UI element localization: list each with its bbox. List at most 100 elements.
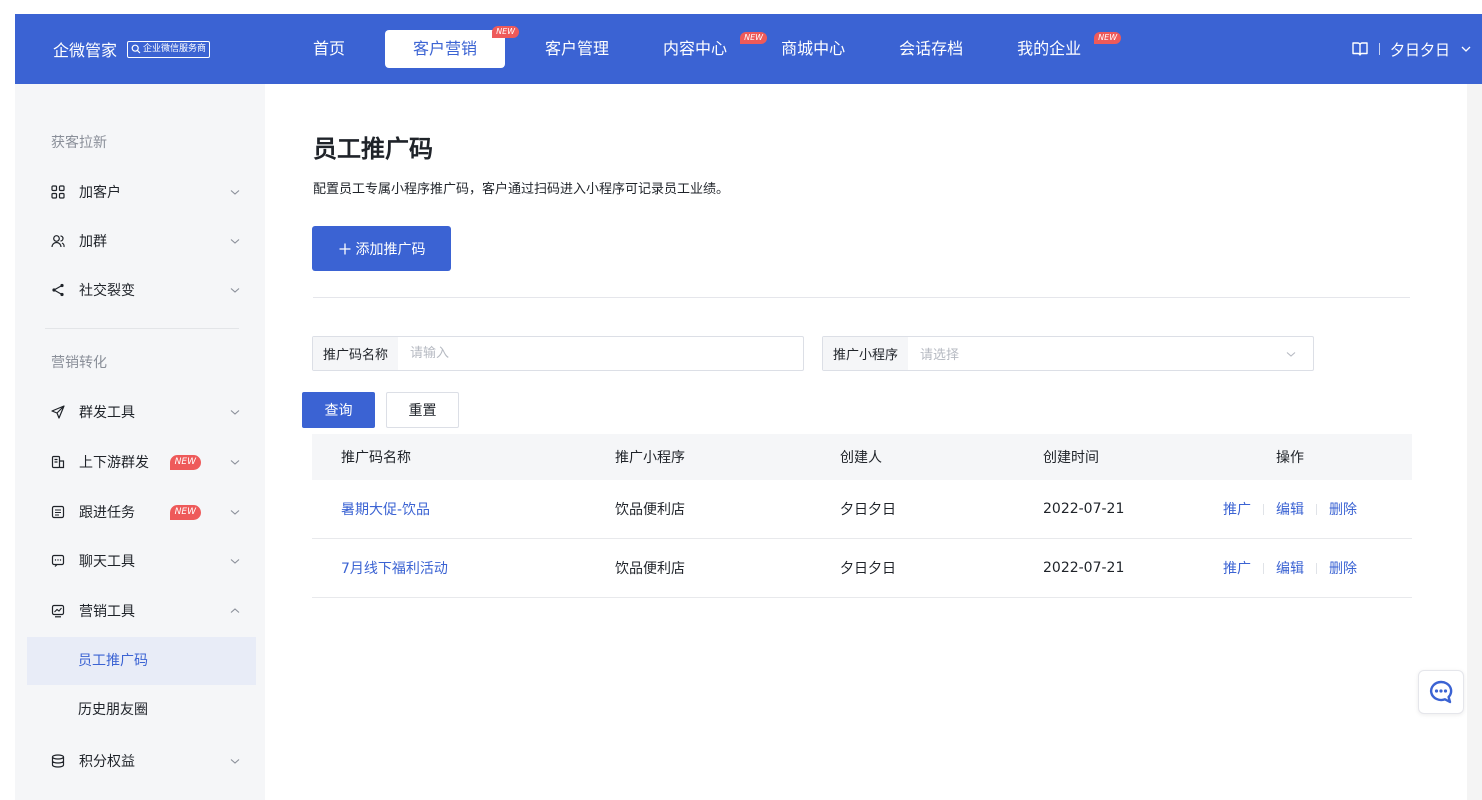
table-row: 7月线下福利活动 饮品便利店 夕日夕日 2022-07-21 推广 编辑 删除 bbox=[312, 539, 1412, 598]
chevron-down-icon bbox=[230, 559, 240, 564]
user-name[interactable]: 夕日夕日 bbox=[1390, 39, 1450, 60]
page-title: 员工推广码 bbox=[313, 135, 433, 163]
trend-icon bbox=[51, 604, 65, 618]
creator-cell: 夕日夕日 bbox=[840, 502, 896, 518]
sidebar-subitem-moments-history[interactable]: 历史朋友圈 bbox=[27, 686, 256, 734]
promo-name-field: 推广码名称 bbox=[312, 336, 804, 371]
building-icon bbox=[51, 455, 65, 469]
sidebar: 获客拉新 加客户 加群 社交裂变 营销转化 群发工具 上下游群发 NEW 跟进任… bbox=[15, 84, 265, 800]
new-badge: NEW bbox=[740, 32, 768, 44]
scrollbar[interactable] bbox=[1467, 84, 1482, 800]
nav-item-mall-center[interactable]: 商城中心 bbox=[767, 30, 859, 68]
promo-name-link[interactable]: 暑期大促-饮品 bbox=[341, 480, 430, 538]
sidebar-group-title-acquire: 获客拉新 bbox=[51, 135, 107, 151]
sidebar-item-label: 群发工具 bbox=[79, 405, 135, 421]
nav-item-chat-archive[interactable]: 会话存档 bbox=[885, 30, 977, 68]
sidebar-item-add-customer[interactable]: 加客户 bbox=[51, 180, 241, 204]
plus-icon bbox=[339, 243, 350, 254]
page-description: 配置员工专属小程序推广码，客户通过扫码进入小程序可记录员工业绩。 bbox=[313, 182, 730, 197]
nav-label: 首页 bbox=[313, 39, 346, 58]
chevron-down-icon bbox=[230, 190, 240, 195]
chevron-down-icon bbox=[230, 239, 240, 244]
sidebar-item-label: 社交裂变 bbox=[79, 283, 135, 299]
customer-service-button[interactable] bbox=[1418, 670, 1464, 714]
sidebar-item-social-fission[interactable]: 社交裂变 bbox=[51, 278, 241, 302]
sidebar-item-label: 跟进任务 bbox=[79, 505, 135, 521]
chevron-down-icon bbox=[230, 288, 240, 293]
promo-code-table: 推广码名称 推广小程序 创建人 创建时间 操作 暑期大促-饮品 饮品便利店 夕日… bbox=[312, 434, 1412, 598]
nav-label: 内容中心 bbox=[663, 39, 728, 58]
book-icon[interactable] bbox=[1351, 41, 1369, 57]
new-badge: NEW bbox=[169, 504, 201, 520]
nav-item-customer-management[interactable]: 客户管理 bbox=[531, 30, 623, 68]
divider bbox=[1263, 562, 1264, 574]
list-icon bbox=[51, 505, 65, 519]
nav-label: 客户管理 bbox=[545, 39, 610, 58]
new-badge: NEW bbox=[1094, 32, 1122, 44]
new-badge: NEW bbox=[169, 454, 201, 470]
sidebar-item-chat-tools[interactable]: 聊天工具 bbox=[51, 549, 241, 573]
divider bbox=[1316, 503, 1317, 515]
sidebar-item-label: 积分权益 bbox=[79, 754, 135, 770]
top-nav-bar: 企微管家 企业微信服务商 首页 客户营销 NEW 客户管理 内容中心 NEW 商… bbox=[15, 14, 1482, 84]
column-header-creator: 创建人 bbox=[840, 450, 882, 466]
nav-item-content-center[interactable]: 内容中心 NEW bbox=[649, 30, 768, 68]
sidebar-item-label: 上下游群发 bbox=[79, 455, 149, 471]
brand[interactable]: 企微管家 企业微信服务商 bbox=[53, 14, 211, 84]
promo-name-input[interactable] bbox=[398, 337, 803, 370]
sidebar-item-marketing-tools[interactable]: 营销工具 bbox=[51, 599, 241, 623]
new-badge: NEW bbox=[492, 26, 520, 38]
nav-item-home[interactable]: 首页 bbox=[299, 30, 359, 68]
created-time-cell: 2022-07-21 bbox=[1043, 501, 1125, 517]
sidebar-item-points-benefits[interactable]: 积分权益 bbox=[51, 749, 241, 773]
promo-name-link[interactable]: 7月线下福利活动 bbox=[341, 539, 448, 597]
chevron-down-icon bbox=[1286, 351, 1296, 357]
nav-item-customer-marketing[interactable]: 客户营销 NEW bbox=[385, 26, 520, 68]
mini-program-select[interactable]: 推广小程序 请选择 bbox=[822, 336, 1314, 371]
sidebar-item-label: 营销工具 bbox=[79, 604, 135, 620]
query-button[interactable]: 查询 bbox=[302, 392, 375, 428]
main-nav: 首页 客户营销 NEW 客户管理 内容中心 NEW 商城中心 会话存档 我的企业… bbox=[299, 14, 1122, 84]
chevron-down-icon bbox=[230, 510, 240, 515]
chevron-down-icon bbox=[230, 410, 240, 415]
sidebar-item-updown-mass-send[interactable]: 上下游群发 NEW bbox=[51, 450, 241, 474]
sidebar-item-add-group[interactable]: 加群 bbox=[51, 229, 241, 253]
sidebar-group-title-conversion: 营销转化 bbox=[51, 355, 107, 371]
edit-link[interactable]: 编辑 bbox=[1276, 499, 1304, 519]
chevron-down-icon bbox=[230, 460, 240, 465]
chevron-down-icon[interactable] bbox=[1460, 43, 1472, 55]
mini-program-placeholder: 请选择 bbox=[920, 348, 960, 363]
divider bbox=[1316, 562, 1317, 574]
sidebar-item-mass-send[interactable]: 群发工具 bbox=[51, 400, 241, 424]
promo-name-label: 推广码名称 bbox=[313, 337, 399, 370]
mini-program-cell: 饮品便利店 bbox=[615, 561, 685, 577]
sidebar-item-follow-task[interactable]: 跟进任务 NEW bbox=[51, 500, 241, 524]
promote-link[interactable]: 推广 bbox=[1223, 499, 1251, 519]
mini-program-cell: 饮品便利店 bbox=[615, 502, 685, 518]
add-button-label: 添加推广码 bbox=[355, 241, 426, 258]
nav-label: 商城中心 bbox=[781, 39, 846, 58]
add-promo-code-button[interactable]: 添加推广码 bbox=[312, 226, 451, 271]
divider bbox=[1263, 503, 1264, 515]
share-icon bbox=[52, 283, 64, 297]
creator-cell: 夕日夕日 bbox=[840, 561, 896, 577]
users-icon bbox=[51, 235, 65, 248]
delete-link[interactable]: 删除 bbox=[1329, 558, 1357, 578]
column-header-name: 推广码名称 bbox=[341, 450, 411, 466]
mini-program-label: 推广小程序 bbox=[823, 337, 909, 370]
promote-link[interactable]: 推广 bbox=[1223, 558, 1251, 578]
database-icon bbox=[51, 754, 65, 768]
sidebar-item-label: 加客户 bbox=[79, 185, 121, 201]
delete-link[interactable]: 删除 bbox=[1329, 499, 1357, 519]
chat-bubble-icon bbox=[1429, 680, 1453, 704]
brand-name: 企微管家 bbox=[53, 41, 118, 60]
table-header: 推广码名称 推广小程序 创建人 创建时间 操作 bbox=[312, 434, 1412, 480]
nav-item-my-enterprise[interactable]: 我的企业 NEW bbox=[1003, 30, 1122, 68]
grid-icon bbox=[51, 185, 65, 199]
brand-tag: 企业微信服务商 bbox=[127, 40, 211, 58]
edit-link[interactable]: 编辑 bbox=[1276, 558, 1304, 578]
row-actions: 推广 编辑 删除 bbox=[1223, 480, 1357, 538]
sidebar-subitem-employee-promo-code[interactable]: 员工推广码 bbox=[27, 637, 256, 685]
created-time-cell: 2022-07-21 bbox=[1043, 560, 1125, 576]
reset-button[interactable]: 重置 bbox=[386, 392, 459, 428]
